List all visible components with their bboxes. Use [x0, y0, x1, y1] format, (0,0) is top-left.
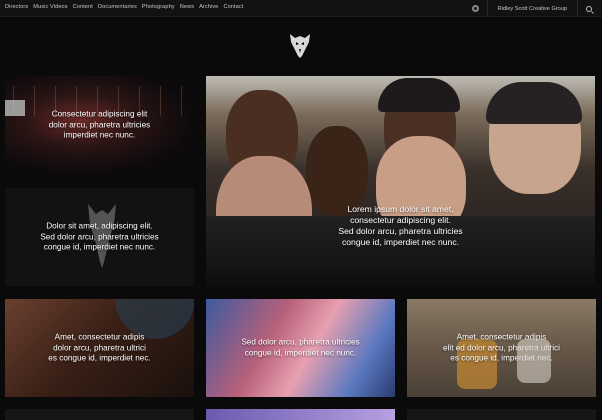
nav-archive[interactable]: Archive: [199, 4, 218, 10]
caption-line: congue id, imperdiet nec nunc.: [43, 242, 156, 252]
nav-contact[interactable]: Contact: [223, 4, 243, 10]
caption-line: Amet, consectetur adipis: [54, 332, 145, 342]
search-icon[interactable]: [586, 5, 592, 12]
tile-caption: Consectetur adipiscing elit dolor arcu, …: [5, 109, 194, 141]
caption-line: elit ed dolor arcu, pharetra ultrici: [443, 342, 560, 352]
tile-caption: Lorem ipsum dolor sit amet, consectetur …: [206, 204, 595, 248]
project-tile[interactable]: Amet, consectetur adipis dolor arcu, pha…: [5, 299, 194, 397]
photo-figure: [486, 82, 582, 124]
caption-line: Sed dolor arcu, pharetra ultricies: [40, 231, 159, 241]
wolf-logo-icon[interactable]: [288, 32, 312, 58]
photo-figure: [306, 126, 368, 216]
project-tile[interactable]: Dolor sit amet, adipiscing elit. Sed dol…: [5, 188, 194, 286]
main-menu: Directors Music Videos Content Documenta…: [5, 4, 243, 10]
nav-divider: [577, 0, 578, 17]
tile-caption: Sed dolor arcu, pharetra ultricies congu…: [206, 338, 395, 359]
project-tile[interactable]: Consectetur adipiscing elit dolor arcu, …: [5, 76, 194, 174]
nav-utilities: Ridley Scott Creative Group: [471, 0, 602, 17]
photo-figure: [378, 78, 460, 112]
nav-directors[interactable]: Directors: [5, 4, 28, 10]
caption-line: imperdiet nec nunc.: [63, 130, 136, 140]
top-navigation: Directors Music Videos Content Documenta…: [0, 0, 602, 17]
project-tile[interactable]: [407, 409, 596, 420]
caption-line: Consectetur adipiscing elit: [51, 109, 148, 119]
caption-line: dolor arcu, pharetra ultrici: [53, 342, 146, 352]
nav-news[interactable]: News: [180, 4, 194, 10]
caption-line: congue id, imperdiet nec nunc.: [341, 237, 460, 247]
caption-line: Amet, consectetur adipis: [456, 332, 547, 342]
nav-documentaries[interactable]: Documentaries: [98, 4, 137, 10]
caption-line: Sed dolor arcu, pharetra ultricies: [338, 226, 463, 236]
featured-project-tile[interactable]: Lorem ipsum dolor sit amet, consectetur …: [206, 76, 595, 286]
caption-line: dolor arcu, pharetra ultricies: [48, 119, 151, 129]
nav-music-videos[interactable]: Music Videos: [33, 4, 67, 10]
project-tile[interactable]: [206, 409, 395, 420]
project-tile[interactable]: Amet, consectetur adipis elit ed dolor a…: [407, 299, 596, 397]
caption-line: congue id, imperdiet nec nunc.: [244, 348, 357, 357]
caption-line: consectetur adipiscing elit.: [350, 215, 451, 225]
project-tile[interactable]: Sed dolor arcu, pharetra ultricies congu…: [206, 299, 395, 397]
region-toggle-icon[interactable]: [471, 5, 479, 12]
caption-line: es congue id, imperdiet nec.: [450, 353, 553, 363]
nav-photography[interactable]: Photography: [142, 4, 175, 10]
caption-line: Dolor sit amet, adipiscing elit.: [46, 221, 153, 231]
caption-line: es congue id, imperdiet nec.: [48, 353, 151, 363]
tile-caption: Amet, consectetur adipis elit ed dolor a…: [407, 332, 596, 364]
project-tile[interactable]: [5, 409, 194, 420]
caption-line: Sed dolor arcu, pharetra ultricies: [241, 337, 360, 347]
tile-caption: Amet, consectetur adipis dolor arcu, pha…: [5, 332, 194, 364]
nav-content[interactable]: Content: [73, 4, 93, 10]
caption-line: Lorem ipsum dolor sit amet,: [347, 204, 454, 214]
tile-caption: Dolor sit amet, adipiscing elit. Sed dol…: [5, 221, 194, 253]
creative-group-link[interactable]: Ridley Scott Creative Group: [488, 6, 577, 12]
